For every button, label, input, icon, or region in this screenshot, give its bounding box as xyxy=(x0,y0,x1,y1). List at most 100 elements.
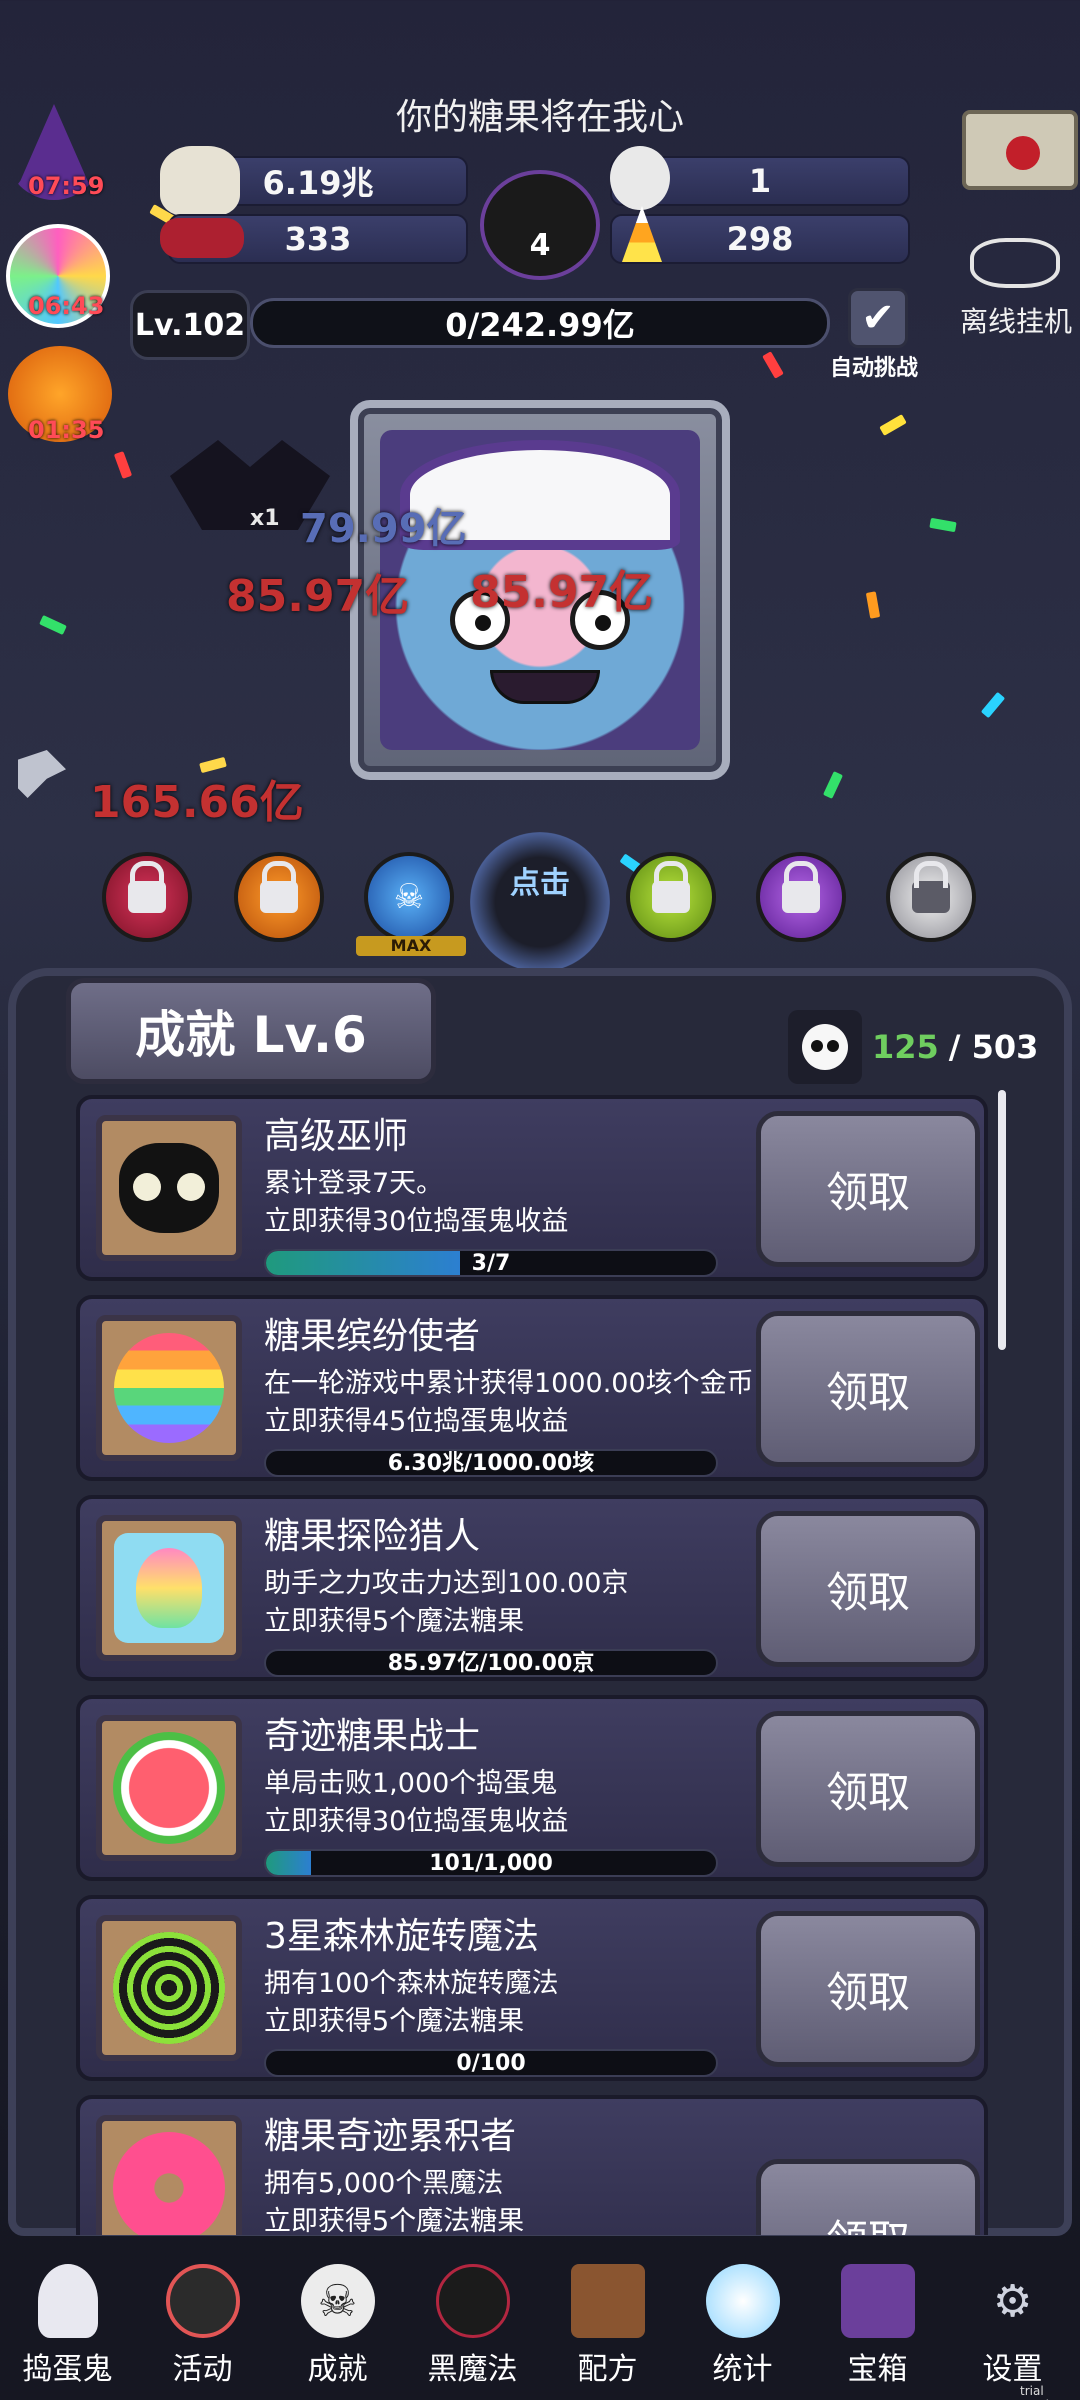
spiral-candy-icon xyxy=(96,1915,242,2061)
offline-idle-label[interactable]: 离线挂机 xyxy=(960,300,1072,340)
rainbow-candy-icon xyxy=(96,1315,242,1461)
cauldron-icon[interactable]: 4 xyxy=(480,170,600,280)
nav-item-chest[interactable]: 宝箱 xyxy=(810,2260,945,2400)
tap-attack-button[interactable]: 点击 xyxy=(470,832,610,972)
nav-label: 捣蛋鬼 xyxy=(22,2352,113,2387)
scrollbar[interactable] xyxy=(998,1090,1006,1350)
achievement-desc: 拥有100个森林旋转魔法 xyxy=(264,1968,559,1999)
nav-item-events[interactable]: 活动 xyxy=(135,2260,270,2400)
achievement-reward: 立即获得30位捣蛋鬼收益 xyxy=(264,1206,569,1237)
nav-item-black-magic[interactable]: 黑魔法 xyxy=(405,2260,540,2400)
nav-label: 黑魔法 xyxy=(427,2352,518,2387)
skill-orb-locked-5[interactable] xyxy=(886,852,976,942)
achievement-header-text: 成就 Lv.6 xyxy=(135,1006,367,1064)
achievement-title: 糖果探险猎人 xyxy=(264,1516,481,1557)
auto-challenge-label: 自动挑战 xyxy=(830,356,919,381)
achievement-progress: 101/1,000 xyxy=(264,1849,718,1877)
nav-item-stats[interactable]: 统计 xyxy=(675,2260,810,2400)
treasure-chest-icon xyxy=(840,2264,915,2338)
claim-button[interactable]: 领取 xyxy=(756,1511,980,1667)
nav-label: 活动 xyxy=(172,2352,233,2387)
achievement-count: 125 / 503 xyxy=(788,1010,1038,1084)
panda-icon xyxy=(788,1010,862,1084)
claim-button[interactable]: 领取 xyxy=(756,1711,980,1867)
achievement-desc: 累计登录7天。 xyxy=(264,1168,444,1199)
nav-item-settings[interactable]: ⚙ 设置 xyxy=(945,2260,1080,2400)
nav-label: 配方 xyxy=(577,2352,638,2387)
fishbone-icon[interactable] xyxy=(970,238,1060,288)
black-cat-icon xyxy=(96,1115,242,1261)
achievement-progress: 0/100 xyxy=(264,2049,718,2077)
lock-icon xyxy=(912,861,950,913)
achievement-desc: 助手之力攻击力达到100.00京 xyxy=(264,1568,629,1599)
nav-label: 宝箱 xyxy=(847,2352,908,2387)
max-tag: MAX xyxy=(356,936,466,956)
candy-bag-icon xyxy=(160,146,240,216)
skull-potion-icon xyxy=(610,146,670,210)
level-badge: Lv.102 xyxy=(130,290,250,360)
achievement-list[interactable]: 高级巫师 累计登录7天。 立即获得30位捣蛋鬼收益 3/7 领取 糖果缤纷使者 … xyxy=(76,1095,988,2235)
axe-icon xyxy=(18,750,66,798)
achievement-desc: 在一轮游戏中累计获得1000.00垓个金币 xyxy=(264,1368,754,1399)
achievement-count-total: / 503 xyxy=(948,1028,1039,1066)
bottom-nav: 捣蛋鬼 活动 ☠ 成就 黑魔法 配方 统计 宝箱 ⚙ 设置 xyxy=(0,2260,1080,2400)
mail-icon[interactable] xyxy=(962,110,1078,190)
achievement-reward: 立即获得45位捣蛋鬼收益 xyxy=(264,1406,569,1437)
damage-number-3: 85.97亿 xyxy=(470,567,654,618)
claim-button[interactable]: 领取 xyxy=(756,1111,980,1267)
progress-text: 0/100 xyxy=(456,2051,526,2076)
auto-challenge-checkbox[interactable]: ✔ xyxy=(848,288,908,348)
progress-text: 3/7 xyxy=(471,1251,511,1276)
achievement-reward: 立即获得5个魔法糖果 xyxy=(264,2206,525,2235)
achievement-progress: 3/7 xyxy=(264,1249,718,1277)
skill-orb-locked-3[interactable] xyxy=(626,852,716,942)
timer-lollipop: 06:43 xyxy=(28,292,105,320)
claim-button[interactable]: 领取 xyxy=(756,1911,980,2067)
achievement-progress: 6.30兆/1000.00垓 xyxy=(264,1449,718,1477)
crystal-ball-icon xyxy=(705,2264,780,2338)
lock-icon xyxy=(128,861,166,913)
achievement-desc: 拥有5,000个黑魔法 xyxy=(264,2168,504,2199)
achievement-title: 糖果缤纷使者 xyxy=(264,1316,481,1357)
level-progress-text: 0/242.99亿 xyxy=(445,306,635,344)
tap-label: 点击 xyxy=(510,866,570,901)
lock-icon xyxy=(652,861,690,913)
achievement-row-6: 糖果奇迹累积者 拥有5,000个黑魔法 立即获得5个魔法糖果 领取 xyxy=(76,2095,988,2235)
level-progress-bar: 0/242.99亿 xyxy=(250,298,830,348)
lock-icon xyxy=(782,861,820,913)
claim-button[interactable]: 领取 xyxy=(756,1311,980,1467)
witch-mouth xyxy=(490,670,600,704)
wrapped-candy-icon xyxy=(96,1515,242,1661)
nav-item-recipes[interactable]: 配方 xyxy=(540,2260,675,2400)
achievement-reward: 立即获得5个魔法糖果 xyxy=(264,1606,525,1637)
achievement-title: 奇迹糖果战士 xyxy=(264,1716,481,1757)
skill-orb-locked-4[interactable] xyxy=(756,852,846,942)
achievement-row-1: 高级巫师 累计登录7天。 立即获得30位捣蛋鬼收益 3/7 领取 xyxy=(76,1095,988,1281)
damage-number-2: 85.97亿 xyxy=(226,571,410,622)
stat-candy-value: 6.19兆 xyxy=(262,164,374,202)
nav-item-trickster[interactable]: 捣蛋鬼 xyxy=(0,2260,135,2400)
page-title: 你的糖果将在我心 xyxy=(395,97,684,138)
progress-text: 6.30兆/1000.00垓 xyxy=(387,1451,595,1476)
nav-item-achievements[interactable]: ☠ 成就 xyxy=(270,2260,405,2400)
multiplier-label: x1 xyxy=(250,506,280,531)
skill-orb-locked-2[interactable] xyxy=(234,852,324,942)
progress-text: 101/1,000 xyxy=(429,1851,553,1876)
achievement-title: 高级巫师 xyxy=(264,1116,409,1157)
achievement-reward: 立即获得5个魔法糖果 xyxy=(264,2006,525,2037)
lock-icon xyxy=(260,861,298,913)
nav-label: 统计 xyxy=(712,2352,773,2387)
cauldron-count: 4 xyxy=(529,227,551,263)
mail-seal xyxy=(1006,136,1040,170)
achievement-row-4: 奇迹糖果战士 单局击败1,000个捣蛋鬼 立即获得30位捣蛋鬼收益 101/1,… xyxy=(76,1695,988,1881)
claim-button[interactable]: 领取 xyxy=(756,2159,980,2235)
demon-icon xyxy=(435,2264,510,2338)
achievement-title: 3星森林旋转魔法 xyxy=(264,1916,539,1957)
achievement-header: 成就 Lv.6 xyxy=(66,978,436,1084)
skill-orb-locked-1[interactable] xyxy=(102,852,192,942)
progress-text: 85.97亿/100.00京 xyxy=(387,1651,595,1676)
skill-orb-blue[interactable]: ☠ xyxy=(364,852,454,942)
achievement-desc: 单局击败1,000个捣蛋鬼 xyxy=(264,1768,558,1799)
achievement-title: 糖果奇迹累积者 xyxy=(264,2116,517,2157)
stat-skull-value: 1 xyxy=(748,162,772,200)
